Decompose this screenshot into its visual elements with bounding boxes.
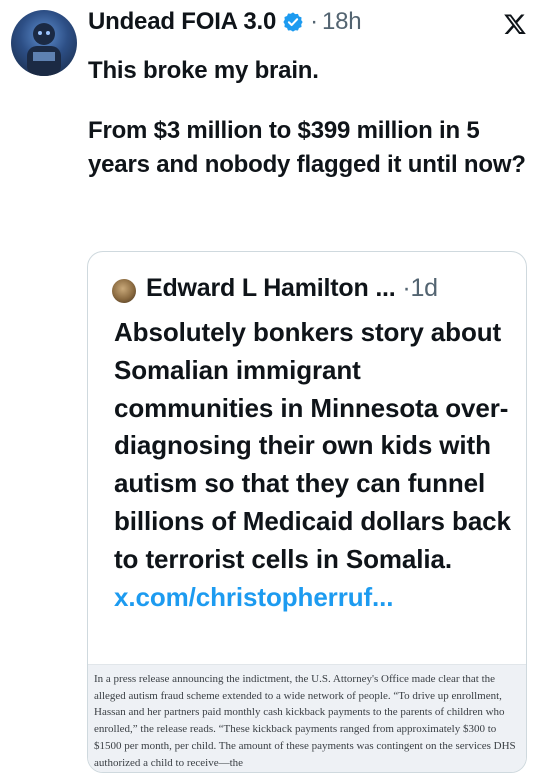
quoted-post-text: Absolutely bonkers story about Somalian …	[114, 314, 519, 616]
quoted-post-card[interactable]: Edward L Hamilton ... ·1d Absolutely bon…	[87, 251, 527, 773]
attached-document-image[interactable]: In a press release announcing the indict…	[88, 664, 526, 772]
x-logo-icon[interactable]	[503, 12, 527, 36]
quoted-post-header: Edward L Hamilton ... ·1d	[146, 274, 438, 303]
quoted-post-body: Absolutely bonkers story about Somalian …	[114, 317, 511, 574]
post-paragraph: From $3 million to $399 million in 5 yea…	[88, 117, 526, 178]
name-truncation: ...	[375, 274, 396, 302]
post-timestamp[interactable]: 18h	[322, 8, 362, 36]
post-paragraph: This broke my brain.	[88, 57, 319, 84]
post-header: Undead FOIA 3.0 · 18h	[88, 8, 362, 36]
quoted-author-avatar	[112, 279, 136, 303]
quoted-post-link[interactable]: x.com/christopherruf...	[114, 579, 519, 617]
header-separator: ·	[310, 8, 318, 35]
document-excerpt: In a press release announcing the indict…	[94, 673, 516, 769]
quoted-post-timestamp: 1d	[410, 274, 438, 302]
verified-badge-icon	[283, 12, 303, 32]
author-display-name[interactable]: Undead FOIA 3.0	[88, 8, 276, 36]
post-text: This broke my brain. From $3 million to …	[88, 54, 528, 182]
author-avatar[interactable]	[11, 10, 77, 76]
quoted-author-name: Edward L Hamilton	[146, 274, 369, 302]
